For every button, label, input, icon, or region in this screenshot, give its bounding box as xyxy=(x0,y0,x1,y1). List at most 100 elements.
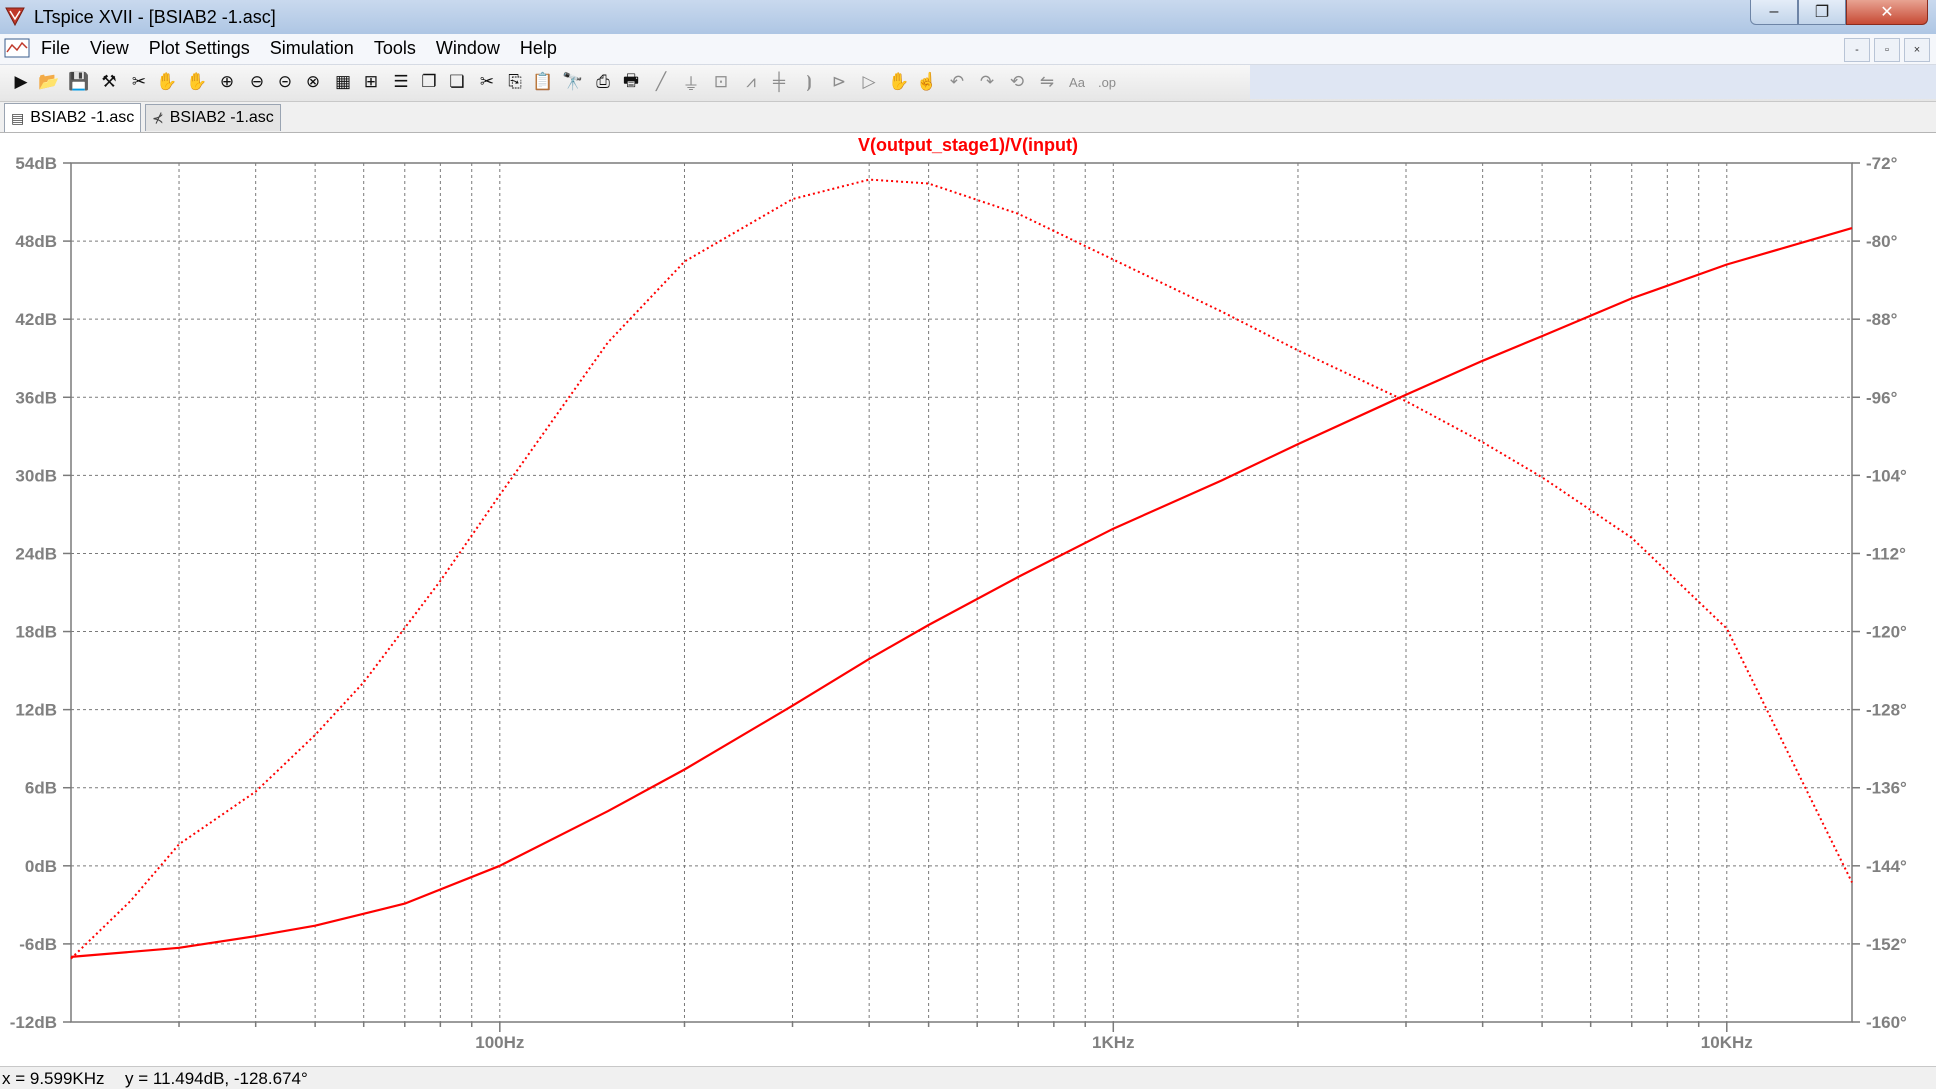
drag-icon[interactable]: ☝ xyxy=(914,69,940,95)
cursor-y-readout: y = 11.494dB, -128.674° xyxy=(125,1069,308,1088)
y-tick-label-right: -80° xyxy=(1866,232,1898,251)
y-tick-label-left: 6dB xyxy=(25,779,57,798)
print-setup-icon[interactable]: ⎙ xyxy=(590,69,616,95)
find-icon[interactable]: 🔭 xyxy=(560,69,586,95)
print-icon[interactable]: 🖶 xyxy=(618,69,644,95)
y-tick-label-left: 12dB xyxy=(15,701,57,720)
y-tick-label-right: -96° xyxy=(1866,388,1898,407)
menu-help[interactable]: Help xyxy=(520,38,557,59)
y-tick-label-left: 30dB xyxy=(15,466,57,485)
tab-label: BSIAB2 -1.asc xyxy=(169,109,274,126)
schematic-icon: ⊀ xyxy=(152,109,164,126)
mdi-minimize-button[interactable]: - xyxy=(1844,38,1870,62)
save-icon[interactable]: 💾 xyxy=(66,69,92,95)
control-panel-icon[interactable]: ⚒ xyxy=(96,69,122,95)
document-tabs: ▤ BSIAB2 -1.asc ⊀ BSIAB2 -1.asc xyxy=(0,102,1936,133)
run-icon[interactable]: ✂ xyxy=(126,69,152,95)
tile-horizontal-icon[interactable]: ☰ xyxy=(388,69,414,95)
y-tick-label-left: 24dB xyxy=(15,544,57,563)
phase-trace[interactable] xyxy=(70,178,1853,960)
y-tick-label-left: 0dB xyxy=(25,857,57,876)
cut-icon[interactable]: ✂ xyxy=(474,69,500,95)
tab-schematic[interactable]: ⊀ BSIAB2 -1.asc xyxy=(145,104,281,131)
y-tick-label-right: -136° xyxy=(1866,779,1907,798)
cursor-x-readout: x = 9.599KHz xyxy=(2,1069,105,1088)
menu-plot-settings[interactable]: Plot Settings xyxy=(149,38,250,59)
waveform-icon: ▤ xyxy=(11,109,25,126)
y-tick-label-left: -12dB xyxy=(10,1013,57,1032)
move-icon[interactable]: ✋ xyxy=(886,69,912,95)
magnitude-trace[interactable] xyxy=(70,227,1853,958)
diode-icon[interactable]: ⊳ xyxy=(826,69,852,95)
y-tick-label-right: -112° xyxy=(1866,544,1906,563)
open-icon[interactable]: 📂 xyxy=(36,69,62,95)
window-title: LTspice XVII - [BSIAB2 -1.asc] xyxy=(34,7,276,27)
y-tick-label-right: -160° xyxy=(1866,1013,1907,1032)
component-icon[interactable]: ▷ xyxy=(856,69,882,95)
toolbar-empty-area xyxy=(1250,65,1936,99)
text-icon[interactable]: Aa xyxy=(1064,69,1090,95)
waveform-plot[interactable]: 54dB 48dB 42dB 36dB 30dB 24dB 18dB 12dB 6dB 0dB -6… xyxy=(0,133,1936,1066)
tile-vertical-icon[interactable]: ❏ xyxy=(444,69,470,95)
y-tick-label-left: -6dB xyxy=(19,935,57,954)
zoom-in-icon[interactable]: ⊕ xyxy=(214,69,240,95)
menu-tools[interactable]: Tools xyxy=(374,38,416,59)
y-tick-label-left: 36dB xyxy=(15,388,57,407)
y-tick-label-left: 54dB xyxy=(15,154,57,173)
paste-icon[interactable]: 📋 xyxy=(530,69,556,95)
zoom-fit-icon[interactable]: ⊝ xyxy=(272,69,298,95)
menu-file[interactable]: File xyxy=(41,38,70,59)
new-schematic-icon[interactable]: ▶ xyxy=(8,69,34,95)
mark-unmark-icon[interactable]: ⊞ xyxy=(358,69,384,95)
y-tick-label-right: -104° xyxy=(1866,466,1907,485)
inductor-icon[interactable]: ⦘ xyxy=(796,69,822,95)
minimize-button[interactable]: – xyxy=(1750,0,1798,25)
undo-icon[interactable]: ↶ xyxy=(944,69,970,95)
y-tick-label-right: -88° xyxy=(1866,310,1898,329)
redo-icon[interactable]: ↷ xyxy=(974,69,1000,95)
menu-window[interactable]: Window xyxy=(436,38,500,59)
wire-icon[interactable]: ╱ xyxy=(648,69,674,95)
ground-icon[interactable]: ⏚ xyxy=(678,69,704,95)
y-tick-label-right: -72° xyxy=(1866,154,1898,173)
toolbar: ▶ 📂 💾 ⚒ ✂ ✋ ✋ ⊕ ⊖ ⊝ ⊗ ▦ ⊞ ☰ ❐ ❏ ✂ ⎘ 📋 🔭 ⎙ 🖶 ╱ ⏚ ⊡ ⩘ ╪ ⦘ ⊳ ▷ ✋ ☝ ↶ ↷ ⟲ ⇋ Aa .o… xyxy=(0,65,1936,102)
y-tick-label-right: -144° xyxy=(1866,857,1907,876)
spice-directive-icon[interactable]: .op xyxy=(1094,69,1120,95)
y-tick-label-right: -152° xyxy=(1866,935,1907,954)
status-bar: x = 9.599KHz y = 11.494dB, -128.674° xyxy=(0,1066,1936,1089)
maximize-button[interactable]: ❐ xyxy=(1798,0,1846,25)
menu-bar: File View Plot Settings Simulation Tools Wind… xyxy=(0,34,1936,65)
mdi-close-button[interactable]: × xyxy=(1904,38,1930,62)
resistor-icon[interactable]: ⩘ xyxy=(738,69,764,95)
waveform-window-icon[interactable] xyxy=(4,37,30,59)
y-tick-label-left: 18dB xyxy=(15,623,57,642)
y-tick-label-left: 42dB xyxy=(15,310,57,329)
y-tick-label-right: -120° xyxy=(1866,623,1907,642)
zoom-full-icon[interactable]: ⊗ xyxy=(300,69,326,95)
capacitor-icon[interactable]: ╪ xyxy=(766,69,792,95)
ltspice-logo-icon xyxy=(5,7,25,27)
y-tick-label-left: 48dB xyxy=(15,232,57,251)
menu-simulation[interactable]: Simulation xyxy=(270,38,354,59)
plot-canvas[interactable]: 54dB 48dB 42dB 36dB 30dB 24dB 18dB 12dB 6dB 0dB -6… xyxy=(0,133,1936,1066)
close-button[interactable]: ✕ xyxy=(1846,0,1928,25)
cascade-icon[interactable]: ❐ xyxy=(416,69,442,95)
tab-waveform[interactable]: ▤ BSIAB2 -1.asc xyxy=(4,103,142,132)
x-tick-label: 100Hz xyxy=(475,1033,524,1052)
mirror-icon[interactable]: ⇋ xyxy=(1034,69,1060,95)
zoom-out-icon[interactable]: ⊖ xyxy=(244,69,270,95)
plot-frame xyxy=(70,162,1853,1023)
title-bar: LTspice XVII - [BSIAB2 -1.asc] – ❐ ✕ xyxy=(0,0,1936,35)
pan-icon[interactable]: ✋ xyxy=(184,69,210,95)
rotate-icon[interactable]: ⟲ xyxy=(1004,69,1030,95)
autorange-icon[interactable]: ▦ xyxy=(330,69,356,95)
menu-view[interactable]: View xyxy=(90,38,129,59)
y-tick-label-right: -128° xyxy=(1866,701,1907,720)
mdi-restore-button[interactable]: ▫ xyxy=(1874,38,1900,62)
tab-label: BSIAB2 -1.asc xyxy=(30,109,135,126)
halt-icon[interactable]: ✋ xyxy=(154,69,180,95)
copy-icon[interactable]: ⎘ xyxy=(502,69,528,95)
trace-label[interactable]: V(output_stage1)/V(input) xyxy=(0,135,1936,156)
label-icon[interactable]: ⊡ xyxy=(708,69,734,95)
x-tick-label: 10KHz xyxy=(1701,1033,1753,1052)
